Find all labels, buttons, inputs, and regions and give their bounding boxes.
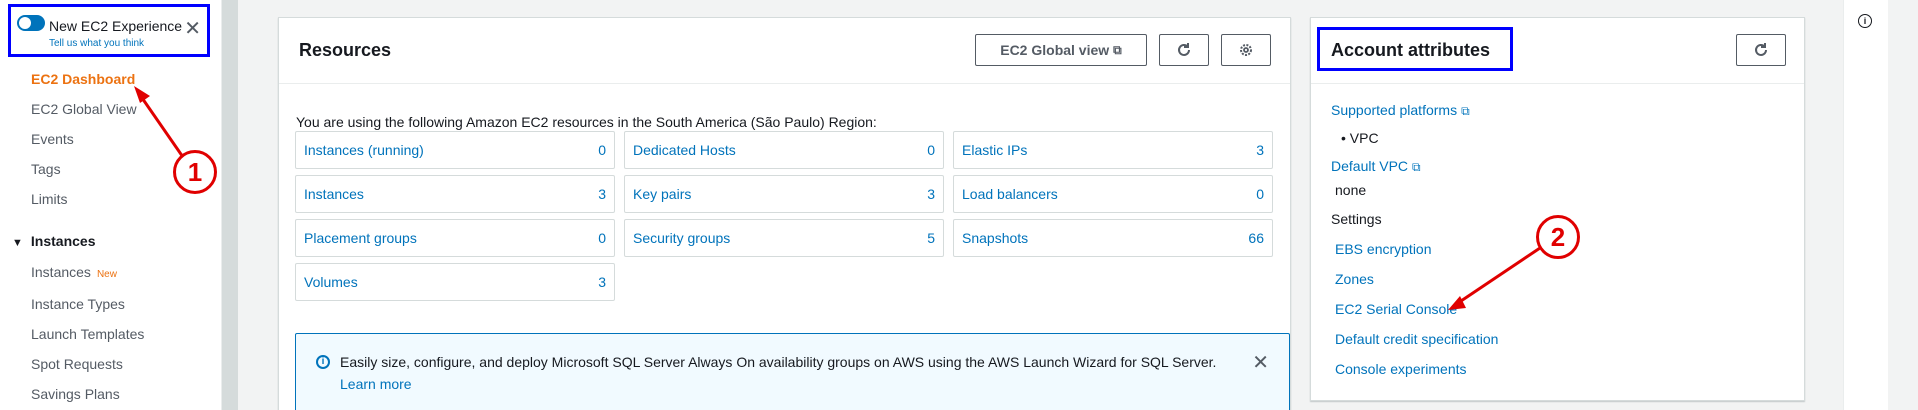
resource-count[interactable]: 0: [1256, 186, 1264, 202]
resource-cell[interactable]: Key pairs 3: [624, 175, 944, 213]
refresh-button[interactable]: [1736, 34, 1786, 66]
refresh-icon: [1178, 43, 1190, 56]
platform-value: • VPC: [1341, 130, 1379, 146]
info-icon[interactable]: i: [1858, 14, 1872, 28]
resource-label[interactable]: Load balancers: [962, 186, 1058, 202]
resource-cell[interactable]: Placement groups 0: [295, 219, 615, 257]
resource-label[interactable]: Instances (running): [304, 142, 424, 158]
settings-label: Settings: [1331, 211, 1382, 227]
ec2-serial-console-link[interactable]: EC2 Serial Console: [1335, 301, 1457, 317]
resource-count[interactable]: 5: [927, 230, 935, 246]
button-label: EC2 Global view: [1000, 42, 1110, 58]
refresh-icon: [1755, 43, 1767, 56]
supported-platforms-link[interactable]: Supported platforms ⧉: [1331, 102, 1470, 119]
sidebar-scroll-gutter[interactable]: [222, 0, 238, 410]
close-icon[interactable]: ✕: [1252, 350, 1269, 375]
new-experience-toggle[interactable]: [17, 15, 45, 31]
resource-label[interactable]: Key pairs: [633, 186, 691, 202]
link-label: Supported platforms: [1331, 102, 1458, 118]
resource-count[interactable]: 0: [598, 230, 606, 246]
sidebar-section-instances[interactable]: ▼ Instances: [12, 233, 95, 249]
feedback-link[interactable]: Tell us what you think: [49, 38, 144, 49]
link-label: Default VPC: [1331, 158, 1409, 174]
new-experience-toggle-box: New EC2 Experience Tell us what you thin…: [8, 4, 210, 57]
ec2-global-view-button[interactable]: EC2 Global view ⧉: [975, 34, 1147, 66]
new-badge: New: [96, 269, 117, 280]
close-icon[interactable]: ✕: [184, 19, 201, 39]
annotation-step-2: 2: [1536, 215, 1580, 259]
resource-count[interactable]: 66: [1248, 230, 1264, 246]
sidebar-item-instances[interactable]: Instances New: [31, 264, 117, 280]
account-attributes-title: Account attributes: [1331, 40, 1491, 60]
resource-cell[interactable]: Load balancers 0: [953, 175, 1273, 213]
resource-cell[interactable]: Instances 3: [295, 175, 615, 213]
resource-count[interactable]: 3: [927, 186, 935, 202]
resource-count[interactable]: 3: [598, 274, 606, 290]
resource-cell[interactable]: Dedicated Hosts 0: [624, 131, 944, 169]
sidebar-item-instance-types[interactable]: Instance Types: [31, 296, 125, 312]
info-icon: i: [316, 355, 330, 369]
caret-down-icon: ▼: [12, 237, 23, 249]
sidebar-item-tags[interactable]: Tags: [31, 161, 61, 177]
resource-cell[interactable]: Snapshots 66: [953, 219, 1273, 257]
resource-label[interactable]: Instances: [304, 186, 364, 202]
ebs-encryption-link[interactable]: EBS encryption: [1335, 241, 1432, 257]
annotation-step-1: 1: [173, 150, 217, 194]
toggle-title: New EC2 Experience: [49, 18, 183, 34]
resource-cell[interactable]: Volumes 3: [295, 263, 615, 301]
default-vpc-value: none: [1335, 182, 1367, 198]
section-label: Instances: [30, 233, 96, 249]
platform-text: VPC: [1349, 130, 1379, 146]
sidebar-item-spot-requests[interactable]: Spot Requests: [31, 356, 123, 372]
sidebar: New EC2 Experience Tell us what you thin…: [0, 0, 222, 410]
info-alert: i Easily size, configure, and deploy Mic…: [295, 333, 1290, 410]
resource-count[interactable]: 0: [598, 142, 606, 158]
account-attributes-panel: Account attributes Supported platforms ⧉ …: [1310, 17, 1805, 401]
resource-count[interactable]: 3: [598, 186, 606, 202]
sidebar-item-ec2-dashboard[interactable]: EC2 Dashboard: [31, 71, 135, 87]
gear-icon: [1240, 44, 1252, 56]
info-message: Easily size, configure, and deploy Micro…: [340, 354, 1217, 370]
refresh-button[interactable]: [1159, 34, 1209, 66]
external-link-icon: ⧉: [1412, 160, 1421, 174]
resources-panel: Resources EC2 Global view ⧉ You are usin…: [278, 17, 1291, 410]
resource-label[interactable]: Snapshots: [962, 230, 1028, 246]
resource-cell[interactable]: Elastic IPs 3: [953, 131, 1273, 169]
zones-link[interactable]: Zones: [1335, 271, 1374, 287]
default-credit-specification-link[interactable]: Default credit specification: [1335, 331, 1498, 347]
resource-cell[interactable]: Instances (running) 0: [295, 131, 615, 169]
console-experiments-link[interactable]: Console experiments: [1335, 361, 1467, 377]
sidebar-item-savings-plans[interactable]: Savings Plans: [31, 386, 120, 402]
resources-title: Resources: [299, 40, 392, 60]
resource-label[interactable]: Placement groups: [304, 230, 417, 246]
resources-intro: You are using the following Amazon EC2 r…: [296, 114, 877, 130]
item-label: Instances: [31, 264, 91, 280]
resource-label[interactable]: Security groups: [633, 230, 730, 246]
resource-count[interactable]: 3: [1256, 142, 1264, 158]
help-panel-strip: [1843, 0, 1888, 410]
resource-label[interactable]: Dedicated Hosts: [633, 142, 736, 158]
external-link-icon: ⧉: [1461, 104, 1470, 118]
resource-count[interactable]: 0: [927, 142, 935, 158]
resource-cell[interactable]: Security groups 5: [624, 219, 944, 257]
sidebar-item-limits[interactable]: Limits: [31, 191, 68, 207]
sidebar-item-ec2-global-view[interactable]: EC2 Global View: [31, 101, 137, 117]
resource-label[interactable]: Volumes: [304, 274, 358, 290]
sidebar-item-events[interactable]: Events: [31, 131, 74, 147]
learn-more-link[interactable]: Learn more: [340, 376, 412, 392]
settings-button[interactable]: [1221, 34, 1271, 66]
info-alert-text: Easily size, configure, and deploy Micro…: [340, 351, 1240, 395]
resource-label[interactable]: Elastic IPs: [962, 142, 1027, 158]
sidebar-item-launch-templates[interactable]: Launch Templates: [31, 326, 144, 342]
external-link-icon: ⧉: [1113, 42, 1122, 57]
default-vpc-link[interactable]: Default VPC ⧉: [1331, 158, 1421, 175]
